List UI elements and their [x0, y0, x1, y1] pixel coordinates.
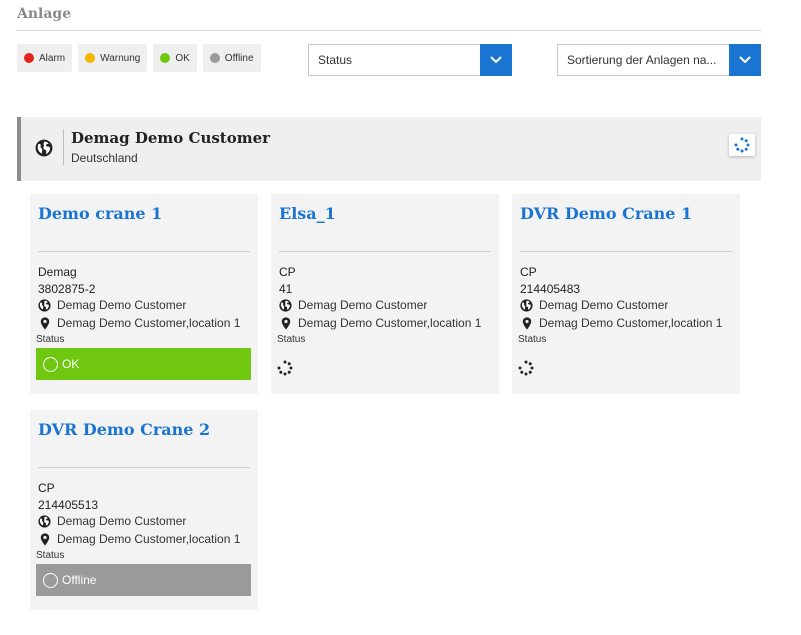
chevron-down-icon	[490, 56, 502, 64]
title-divider	[17, 30, 761, 31]
asset-serial: 214405483	[520, 282, 581, 296]
globe-icon	[520, 299, 533, 312]
card-divider	[38, 467, 250, 468]
asset-customer-row: Demag Demo Customer	[520, 298, 732, 312]
map-pin-icon	[40, 533, 50, 546]
asset-location: Demag Demo Customer,location 1	[57, 532, 241, 546]
asset-card[interactable]: Demo crane 1 Demag 3802875-2 Demag Demo …	[30, 194, 258, 394]
page-title: Anlage	[17, 6, 72, 22]
refresh-button[interactable]	[729, 134, 755, 156]
asset-title[interactable]: Demo crane 1	[38, 204, 162, 223]
asset-manufacturer: CP	[279, 265, 296, 279]
legend-alarm[interactable]: Alarm	[17, 44, 73, 72]
status-label: Status	[277, 334, 306, 345]
asset-location: Demag Demo Customer,location 1	[298, 316, 482, 330]
asset-customer: Demag Demo Customer	[57, 298, 187, 312]
status-label: Status	[518, 334, 547, 345]
status-filter-select[interactable]: Status	[308, 44, 512, 76]
status-text: Offline	[62, 573, 97, 587]
asset-serial: 41	[279, 282, 293, 296]
customer-name: Demag Demo Customer	[71, 129, 271, 147]
globe-icon	[38, 515, 51, 528]
asset-manufacturer: CP	[38, 481, 55, 495]
legend-alarm-label: Alarm	[39, 52, 66, 64]
status-label: Status	[36, 550, 65, 561]
asset-customer-row: Demag Demo Customer	[279, 298, 491, 312]
asset-customer-row: Demag Demo Customer	[38, 514, 250, 528]
sort-select[interactable]: Sortierung der Anlagen na...	[557, 44, 761, 76]
globe-icon	[38, 299, 51, 312]
asset-card[interactable]: Elsa_1 CP 41 Demag Demo Customer Demag D…	[271, 194, 499, 394]
asset-card[interactable]: DVR Demo Crane 2 CP 214405513 Demag Demo…	[30, 410, 258, 610]
asset-customer: Demag Demo Customer	[298, 298, 428, 312]
asset-card[interactable]: DVR Demo Crane 1 CP 214405483 Demag Demo…	[512, 194, 740, 394]
map-pin-icon	[522, 317, 532, 330]
loading-spinner-icon	[277, 360, 293, 376]
sort-value: Sortierung der Anlagen na...	[567, 53, 717, 67]
legend-ok[interactable]: OK	[153, 44, 197, 72]
asset-location-row: Demag Demo Customer,location 1	[520, 316, 732, 330]
asset-location: Demag Demo Customer,location 1	[539, 316, 723, 330]
loading-spinner-icon	[518, 360, 534, 376]
asset-manufacturer: Demag	[38, 265, 77, 279]
sort-dropdown-button[interactable]	[729, 44, 761, 76]
asset-title[interactable]: DVR Demo Crane 2	[38, 420, 210, 439]
globe-icon	[35, 139, 53, 157]
status-label: Status	[36, 334, 65, 345]
status-legend: Alarm Warnung OK Offline	[17, 44, 261, 72]
status-ring-icon	[43, 356, 58, 372]
card-divider	[38, 251, 250, 252]
customer-country: Deutschland	[71, 151, 138, 165]
status-filter-dropdown-button[interactable]	[480, 44, 512, 76]
globe-icon	[279, 299, 292, 312]
legend-warnung[interactable]: Warnung	[78, 44, 148, 72]
asset-serial: 3802875-2	[38, 282, 96, 296]
asset-customer: Demag Demo Customer	[57, 514, 187, 528]
asset-manufacturer: CP	[520, 265, 537, 279]
status-filter-value: Status	[318, 53, 353, 67]
chevron-down-icon	[739, 56, 751, 64]
map-pin-icon	[40, 317, 50, 330]
legend-warnung-label: Warnung	[100, 52, 141, 64]
ok-dot-icon	[160, 53, 171, 63]
offline-dot-icon	[209, 53, 220, 63]
status-text: OK	[62, 357, 80, 371]
legend-offline[interactable]: Offline	[202, 44, 261, 72]
asset-title[interactable]: DVR Demo Crane 1	[520, 204, 692, 223]
asset-title[interactable]: Elsa_1	[279, 204, 336, 223]
card-divider	[520, 251, 732, 252]
legend-offline-label: Offline	[224, 52, 254, 64]
asset-location-row: Demag Demo Customer,location 1	[38, 532, 250, 546]
asset-serial: 214405513	[38, 498, 99, 512]
status-badge-offline: Offline	[36, 564, 251, 596]
customer-divider	[63, 129, 64, 165]
asset-customer-row: Demag Demo Customer	[38, 298, 250, 312]
customer-header: Demag Demo Customer Deutschland	[17, 117, 761, 181]
map-pin-icon	[281, 317, 291, 330]
alarm-dot-icon	[24, 53, 34, 63]
legend-ok-label: OK	[175, 52, 190, 64]
asset-location-row: Demag Demo Customer,location 1	[38, 316, 250, 330]
loading-spinner-icon	[734, 137, 750, 153]
warning-dot-icon	[85, 53, 96, 63]
status-badge-ok: OK	[36, 348, 251, 380]
asset-location-row: Demag Demo Customer,location 1	[279, 316, 491, 330]
asset-location: Demag Demo Customer,location 1	[57, 316, 241, 330]
status-ring-icon	[43, 572, 58, 588]
asset-customer: Demag Demo Customer	[539, 298, 669, 312]
card-divider	[279, 251, 491, 252]
